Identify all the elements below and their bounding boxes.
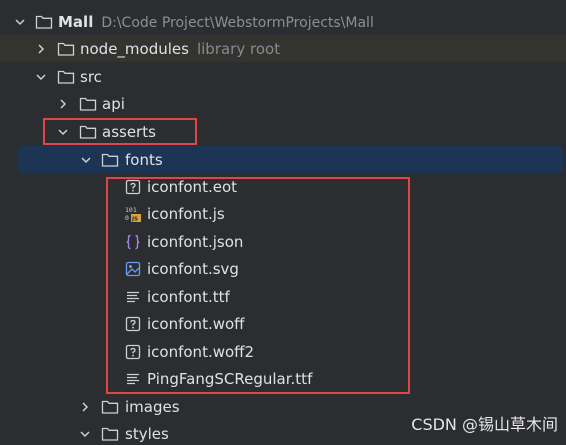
folder-icon [35, 13, 53, 31]
tree-row-file[interactable]: iconfont.json [0, 228, 566, 255]
file-name: iconfont.json [147, 232, 244, 251]
chevron-down-icon[interactable] [78, 152, 94, 168]
image-file-icon [124, 260, 142, 278]
folder-name: api [102, 94, 125, 113]
tree-row-file[interactable]: iconfont.woff [0, 310, 566, 337]
tree-row-file[interactable]: 101 0 JS iconfont.js [0, 200, 566, 227]
project-name: Mall [58, 12, 94, 31]
project-tree: Mall D:\Code Project\WebstormProjects\Mal… [0, 0, 566, 445]
tree-row-mall[interactable]: Mall D:\Code Project\WebstormProjects\Mal… [0, 8, 566, 35]
folder-icon [101, 398, 119, 416]
folder-name: src [80, 67, 102, 86]
folder-icon [79, 123, 97, 141]
file-name: iconfont.eot [147, 177, 237, 196]
svg-text:JS: JS [131, 216, 138, 222]
text-file-icon [124, 370, 142, 388]
svg-text:0: 0 [125, 214, 129, 222]
tree-row-fonts[interactable]: fonts [18, 146, 563, 173]
unknown-file-icon [124, 178, 142, 196]
chevron-right-icon[interactable] [55, 96, 71, 112]
text-file-icon [124, 288, 142, 306]
tree-row-asserts[interactable]: asserts [0, 118, 566, 145]
file-name: iconfont.ttf [147, 287, 230, 306]
chevron-right-icon[interactable] [33, 41, 49, 57]
folder-icon [57, 40, 75, 58]
tree-row-file[interactable]: iconfont.svg [0, 255, 566, 282]
folder-icon [79, 95, 97, 113]
unknown-file-icon [124, 315, 142, 333]
folder-name: fonts [125, 150, 163, 169]
tree-row-api[interactable]: api [0, 90, 566, 117]
file-name: PingFangSCRegular.ttf [147, 369, 313, 388]
folder-name: images [125, 397, 180, 416]
svg-text:101: 101 [125, 206, 137, 214]
folder-name: node_modules [80, 39, 189, 58]
tree-row-node-modules[interactable]: node_modules library root [0, 35, 566, 62]
javascript-file-icon: 101 0 JS [124, 205, 142, 223]
folder-icon [101, 425, 119, 443]
tree-row-src[interactable]: src [0, 63, 566, 90]
library-root-label: library root [196, 39, 281, 58]
folder-icon [101, 151, 119, 169]
folder-name: styles [125, 424, 169, 443]
tree-row-file[interactable]: PingFangSCRegular.ttf [0, 365, 566, 392]
tree-row-file[interactable]: iconfont.eot [0, 173, 566, 200]
tree-row-file[interactable]: iconfont.ttf [0, 283, 566, 310]
file-name: iconfont.js [147, 204, 225, 223]
watermark: CSDN @锡山草木间 [411, 415, 558, 434]
tree-row-file[interactable]: iconfont.woff2 [0, 338, 566, 365]
chevron-down-icon[interactable] [77, 426, 93, 442]
folder-icon [57, 68, 75, 86]
chevron-down-icon[interactable] [55, 124, 71, 140]
chevron-down-icon[interactable] [12, 14, 28, 30]
file-name: iconfont.svg [147, 259, 239, 278]
file-name: iconfont.woff2 [147, 342, 255, 361]
folder-name: asserts [102, 122, 156, 141]
file-name: iconfont.woff [147, 314, 245, 333]
chevron-right-icon[interactable] [77, 399, 93, 415]
chevron-down-icon[interactable] [33, 69, 49, 85]
json-file-icon [124, 233, 142, 251]
unknown-file-icon [124, 343, 142, 361]
project-path: D:\Code Project\WebstormProjects\Mall [101, 14, 374, 31]
